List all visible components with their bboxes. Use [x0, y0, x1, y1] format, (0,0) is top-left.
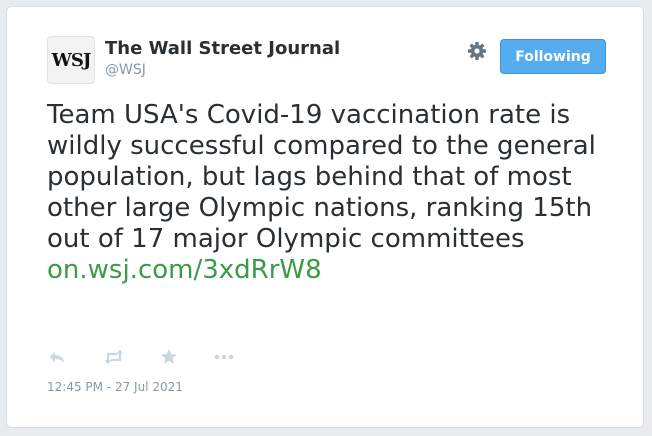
gear-icon[interactable]: [467, 41, 487, 61]
embedded-tweet-card: WSJ The Wall Street Journal @WSJ Followi…: [6, 6, 644, 428]
account-handle[interactable]: @WSJ: [105, 62, 146, 78]
avatar[interactable]: WSJ: [47, 36, 95, 84]
retweet-icon[interactable]: [103, 347, 125, 367]
reply-icon[interactable]: [47, 347, 69, 367]
tweet-link[interactable]: on.wsj.com/3xdRrW8: [47, 255, 627, 286]
tweet-body: Team USA's Covid-19 vaccination rate is …: [47, 100, 596, 254]
account-name[interactable]: The Wall Street Journal: [105, 38, 340, 59]
more-icon[interactable]: [213, 347, 235, 367]
star-icon[interactable]: [159, 347, 181, 367]
avatar-logo-text: WSJ: [51, 49, 92, 71]
following-button[interactable]: Following: [500, 39, 606, 74]
following-button-label: Following: [515, 48, 591, 65]
tweet-text: Team USA's Covid-19 vaccination rate is …: [47, 100, 627, 286]
tweet-timestamp[interactable]: 12:45 PM - 27 Jul 2021: [47, 380, 183, 394]
